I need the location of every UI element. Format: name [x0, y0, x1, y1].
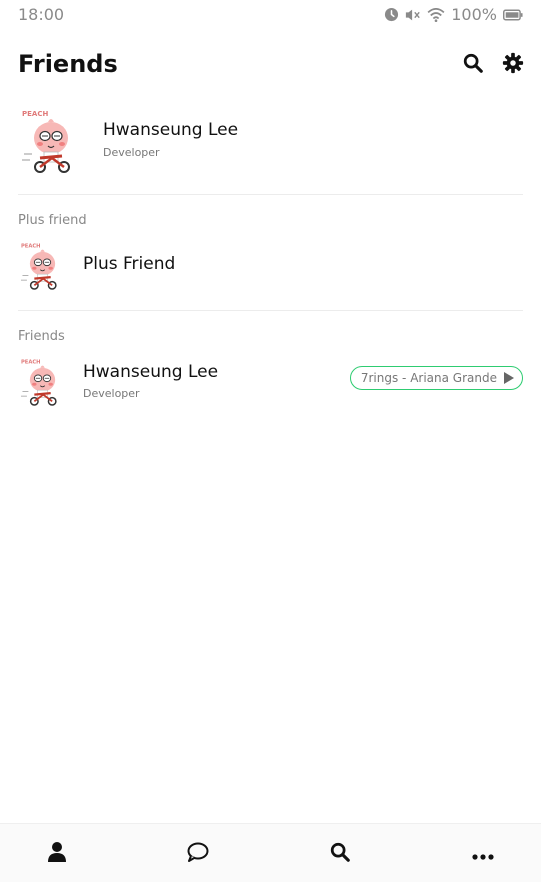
tab-friends[interactable]: [45, 842, 69, 866]
avatar-caption: PEACH: [21, 359, 41, 365]
profile-name: Hwanseung Lee: [103, 120, 239, 140]
friend-name: Hwanseung Lee: [83, 362, 219, 382]
tab-more[interactable]: [471, 842, 495, 866]
gear-icon: [502, 52, 524, 78]
settings-button[interactable]: [500, 52, 526, 78]
chat-icon: [187, 842, 209, 866]
wifi-icon: [427, 7, 445, 22]
divider: [18, 194, 523, 195]
battery-text: 100%: [451, 5, 497, 24]
avatar-caption: PEACH: [21, 243, 41, 249]
tab-search[interactable]: [328, 842, 352, 866]
music-title: 7rings - Ariana Grande: [360, 371, 497, 385]
avatar: PEACH: [18, 356, 70, 408]
battery-icon: [503, 9, 523, 21]
search-icon: [329, 841, 351, 867]
list-item-friend[interactable]: PEACH Hwanseung Lee Developer 7rings - A…: [18, 356, 523, 408]
my-profile-row[interactable]: PEACH Hwanseung Lee Developer: [18, 106, 523, 180]
avatar-caption: PEACH: [22, 110, 48, 118]
alarm-icon: [384, 7, 399, 22]
status-time: 18:00: [18, 5, 65, 24]
tab-chats[interactable]: [186, 842, 210, 866]
avatar: PEACH: [18, 240, 70, 292]
search-button[interactable]: [460, 52, 486, 78]
bottom-tab-bar: [0, 823, 541, 882]
search-icon: [462, 52, 484, 78]
play-icon: [504, 372, 514, 384]
music-badge[interactable]: 7rings - Ariana Grande: [349, 366, 523, 390]
page-title: Friends: [18, 50, 118, 78]
section-label-friends: Friends: [18, 329, 65, 344]
mute-icon: [405, 8, 421, 22]
section-label-plus-friend: Plus friend: [18, 213, 87, 228]
status-icons: 100%: [384, 5, 523, 24]
list-item-plus-friend[interactable]: PEACH Plus Friend: [18, 240, 523, 292]
header: Friends: [0, 44, 541, 88]
status-bar: 18:00 100%: [0, 0, 541, 30]
avatar: PEACH: [18, 106, 88, 176]
divider: [18, 310, 523, 311]
more-icon: [472, 845, 494, 864]
friend-status: Developer: [83, 387, 140, 400]
profile-status: Developer: [103, 146, 160, 159]
person-icon: [47, 841, 67, 867]
friend-name: Plus Friend: [83, 254, 176, 274]
